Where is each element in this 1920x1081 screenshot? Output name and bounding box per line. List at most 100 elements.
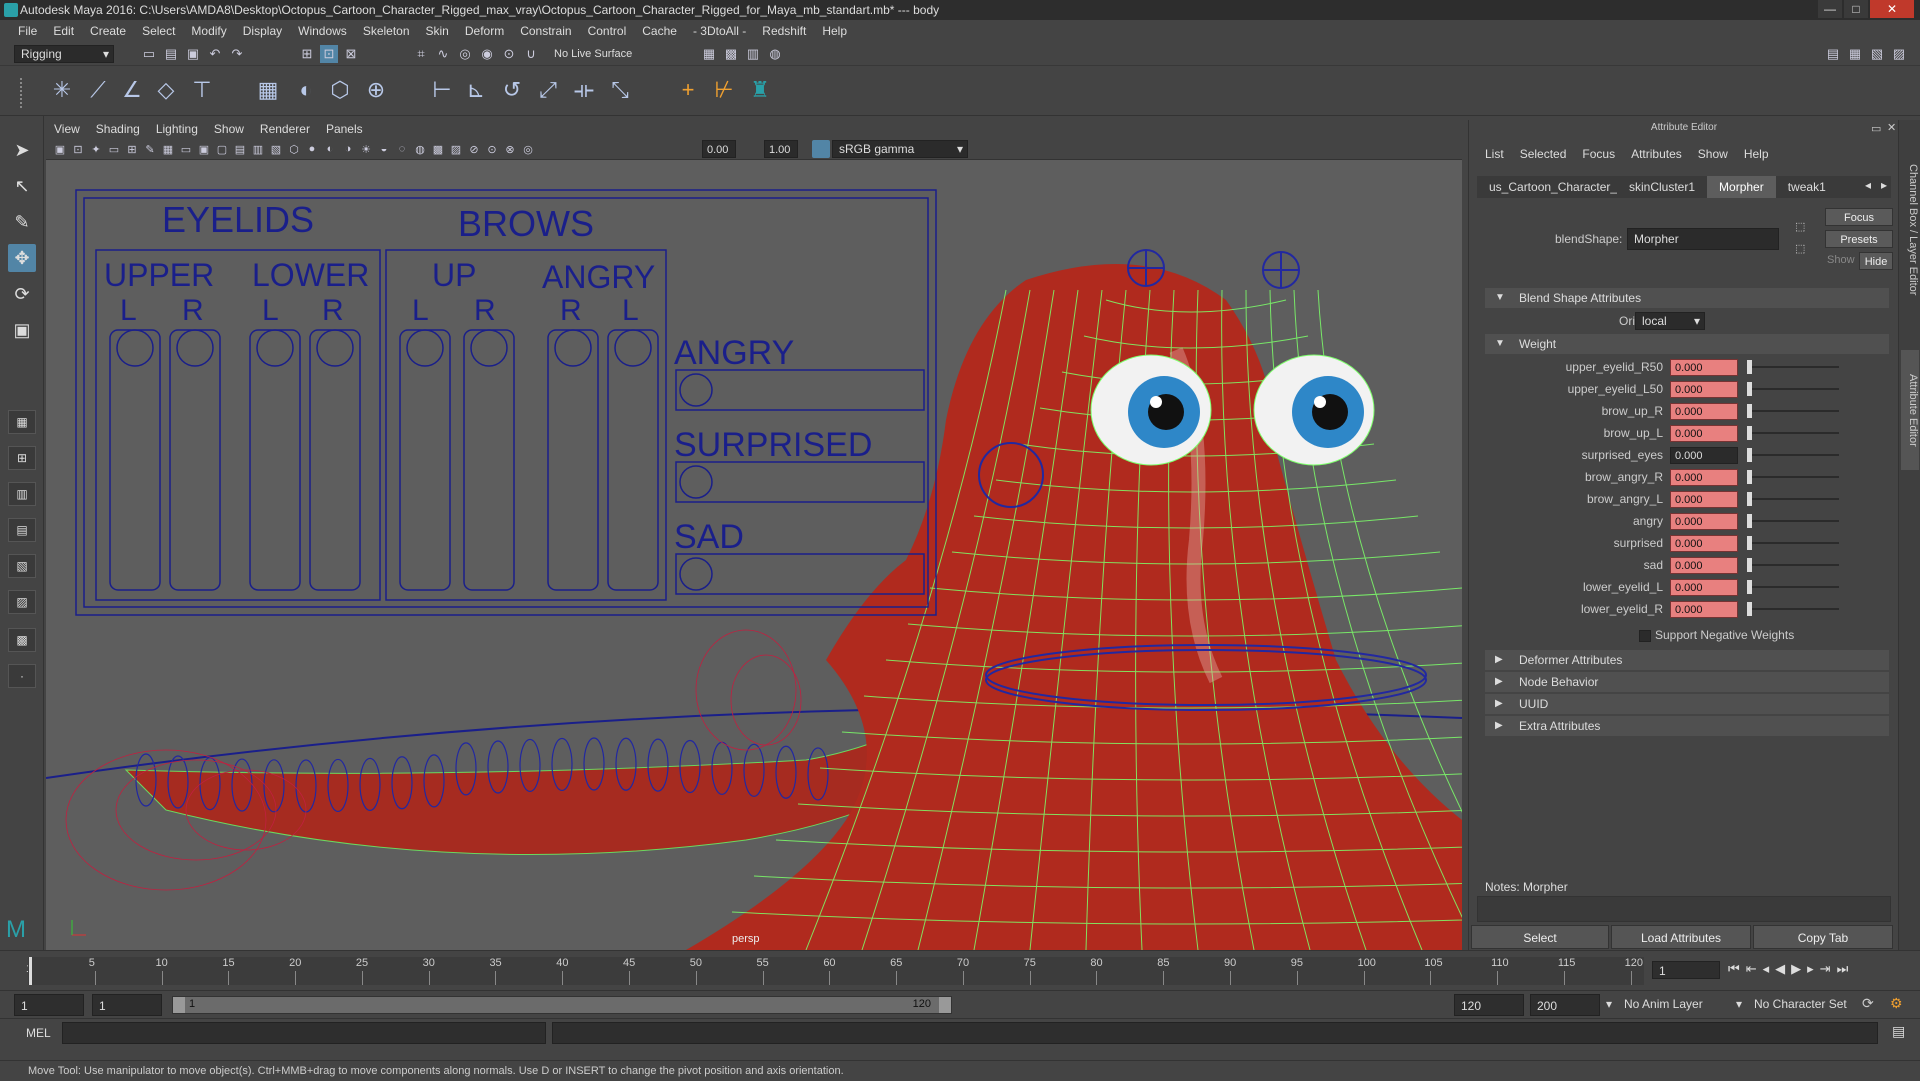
safe-action-icon[interactable]: ▥ [250, 140, 266, 158]
ae-menu-show[interactable]: Show [1690, 144, 1736, 164]
select-component-icon[interactable]: ⊠ [342, 45, 360, 63]
weight-value-field[interactable]: 0.000 [1670, 469, 1738, 486]
weight-slider-track[interactable] [1747, 542, 1839, 544]
weight-value-field[interactable]: 0.000 [1670, 447, 1738, 464]
hide-button[interactable]: Hide [1859, 252, 1893, 270]
float-panel-icon[interactable]: ▭ [1871, 122, 1881, 135]
weight-slider-track[interactable] [1747, 366, 1839, 368]
select-object-icon[interactable]: ⊡ [320, 45, 338, 63]
playhead[interactable] [29, 957, 32, 985]
weight-value-field[interactable]: 0.000 [1670, 535, 1738, 552]
time-ruler[interactable]: 5 10 15 20 25 30 35 40 45 50 55 60 65 70 75 80 85 90 95 100… [28, 957, 1644, 985]
step-forward-key-icon[interactable]: ⇥ [1820, 961, 1831, 977]
persp-graph-layout-icon[interactable]: ▤ [8, 518, 36, 542]
gate-mask-icon[interactable]: ▢ [214, 140, 230, 158]
script-icon[interactable]: ♜ [746, 76, 774, 104]
menu-item-edit[interactable]: Edit [45, 20, 82, 42]
xray-icon[interactable]: ⊙ [484, 140, 500, 158]
ae-menu-selected[interactable]: Selected [1512, 144, 1575, 164]
support-negative-checkbox[interactable] [1639, 630, 1651, 642]
insert-joint-icon[interactable]: ◇ [152, 76, 180, 104]
parent-constraint-icon[interactable]: ⟛ [570, 76, 598, 104]
weight-slider-handle[interactable] [1747, 470, 1752, 484]
save-scene-icon[interactable]: ▣ [184, 45, 202, 63]
isolate-select-icon[interactable]: ⊘ [466, 140, 482, 158]
minimize-button[interactable]: — [1818, 0, 1842, 18]
menu-item-windows[interactable]: Windows [290, 20, 355, 42]
tool-settings-icon[interactable]: ▧ [1868, 45, 1886, 63]
menu-item-redshift[interactable]: Redshift [754, 20, 814, 42]
select-input-icon[interactable]: ⬚ [1795, 220, 1805, 233]
weight-slider-track[interactable] [1747, 454, 1839, 456]
ae-menu-help[interactable]: Help [1736, 144, 1777, 164]
paint-weights-icon[interactable]: ◐ [292, 76, 320, 104]
weight-slider-handle[interactable] [1747, 492, 1752, 506]
range-slider[interactable]: 1 120 [172, 996, 952, 1014]
live-surface-field[interactable]: No Live Surface [554, 45, 632, 63]
weight-slider-track[interactable] [1747, 520, 1839, 522]
menu-item--3dtoall-[interactable]: - 3DtoAll - [685, 20, 754, 42]
section-uuid[interactable]: ▶ UUID [1485, 694, 1889, 714]
weight-slider-handle[interactable] [1747, 426, 1752, 440]
viewport-menu-renderer[interactable]: Renderer [252, 122, 318, 136]
current-frame-field[interactable]: 1 [1652, 961, 1720, 979]
four-view-layout-icon[interactable]: ⊞ [8, 446, 36, 470]
aim-constraint-icon[interactable]: ⊾ [462, 76, 490, 104]
orient-constraint-icon[interactable]: ↺ [498, 76, 526, 104]
attribute-editor-toggle-icon[interactable]: ▦ [1846, 45, 1864, 63]
menu-item-create[interactable]: Create [82, 20, 134, 42]
menu-item-skeleton[interactable]: Skeleton [355, 20, 418, 42]
weight-slider-track[interactable] [1747, 432, 1839, 434]
weight-slider-handle[interactable] [1747, 536, 1752, 550]
weight-value-field[interactable]: 0.000 [1670, 381, 1738, 398]
depth-of-field-icon[interactable]: ▨ [448, 140, 464, 158]
weight-slider-track[interactable] [1747, 498, 1839, 500]
range-right-handle[interactable] [939, 997, 951, 1013]
section-deformer-attributes[interactable]: ▶ Deformer Attributes [1485, 650, 1889, 670]
image-plane-icon[interactable]: ▭ [106, 140, 122, 158]
tab-us-cartoon-character-rigged[interactable]: us_Cartoon_Character_Rigged [1477, 176, 1617, 198]
weight-slider-track[interactable] [1747, 564, 1839, 566]
channel-box-tab[interactable]: Channel Box / Layer Editor [1901, 130, 1919, 330]
weight-slider-handle[interactable] [1747, 558, 1752, 572]
playback-start-field[interactable]: 1 [92, 994, 162, 1016]
tab-tweak1[interactable]: tweak1 [1776, 176, 1838, 198]
weight-slider-track[interactable] [1747, 586, 1839, 588]
go-to-start-icon[interactable]: ⏮ [1728, 961, 1740, 977]
script-editor-icon[interactable]: ▤ [1892, 1023, 1905, 1040]
weight-value-field[interactable]: 0.000 [1670, 425, 1738, 442]
step-forward-frame-icon[interactable]: ▸ [1807, 961, 1814, 977]
notes-field[interactable] [1477, 896, 1891, 922]
snap-curve-icon[interactable]: ∿ [434, 45, 452, 63]
weight-value-field[interactable]: 0.000 [1670, 403, 1738, 420]
viewport-menu-view[interactable]: View [46, 122, 88, 136]
weight-slider-track[interactable] [1747, 410, 1839, 412]
ae-menu-list[interactable]: List [1477, 144, 1512, 164]
menu-item-help[interactable]: Help [814, 20, 855, 42]
weight-value-field[interactable]: 0.000 [1670, 491, 1738, 508]
textured-icon[interactable]: ◑ [340, 140, 356, 158]
collapse-layout-icon[interactable]: · [8, 664, 36, 688]
safe-title-icon[interactable]: ▧ [268, 140, 284, 158]
anti-aliasing-icon[interactable]: ▩ [430, 140, 446, 158]
menu-item-cache[interactable]: Cache [634, 20, 685, 42]
snap-view-icon[interactable]: ◉ [478, 45, 496, 63]
weight-value-field[interactable]: 0.000 [1670, 359, 1738, 376]
locator-icon[interactable]: + [674, 76, 702, 104]
presets-button[interactable]: Presets [1825, 230, 1893, 248]
tab-skincluster1[interactable]: skinCluster1 [1617, 176, 1707, 198]
menu-item-constrain[interactable]: Constrain [512, 20, 579, 42]
maximize-button[interactable]: □ [1844, 0, 1868, 18]
wireframe-on-shaded-icon[interactable]: ◐ [322, 140, 338, 158]
color-management-icon[interactable] [812, 140, 830, 158]
paint-select-icon[interactable]: ✎ [8, 208, 36, 236]
xray-joints-icon[interactable]: ⊗ [502, 140, 518, 158]
cluster-icon[interactable]: ⊕ [362, 76, 390, 104]
weight-value-field[interactable]: 0.000 [1670, 513, 1738, 530]
step-back-frame-icon[interactable]: ◂ [1763, 961, 1770, 977]
resolution-gate-icon[interactable]: ▣ [196, 140, 212, 158]
move-tool-icon[interactable]: ✥ [8, 244, 36, 272]
menu-item-deform[interactable]: Deform [457, 20, 512, 42]
section-blend-shape-attributes[interactable]: ▼ Blend Shape Attributes [1485, 288, 1889, 308]
weight-value-field[interactable]: 0.000 [1670, 601, 1738, 618]
